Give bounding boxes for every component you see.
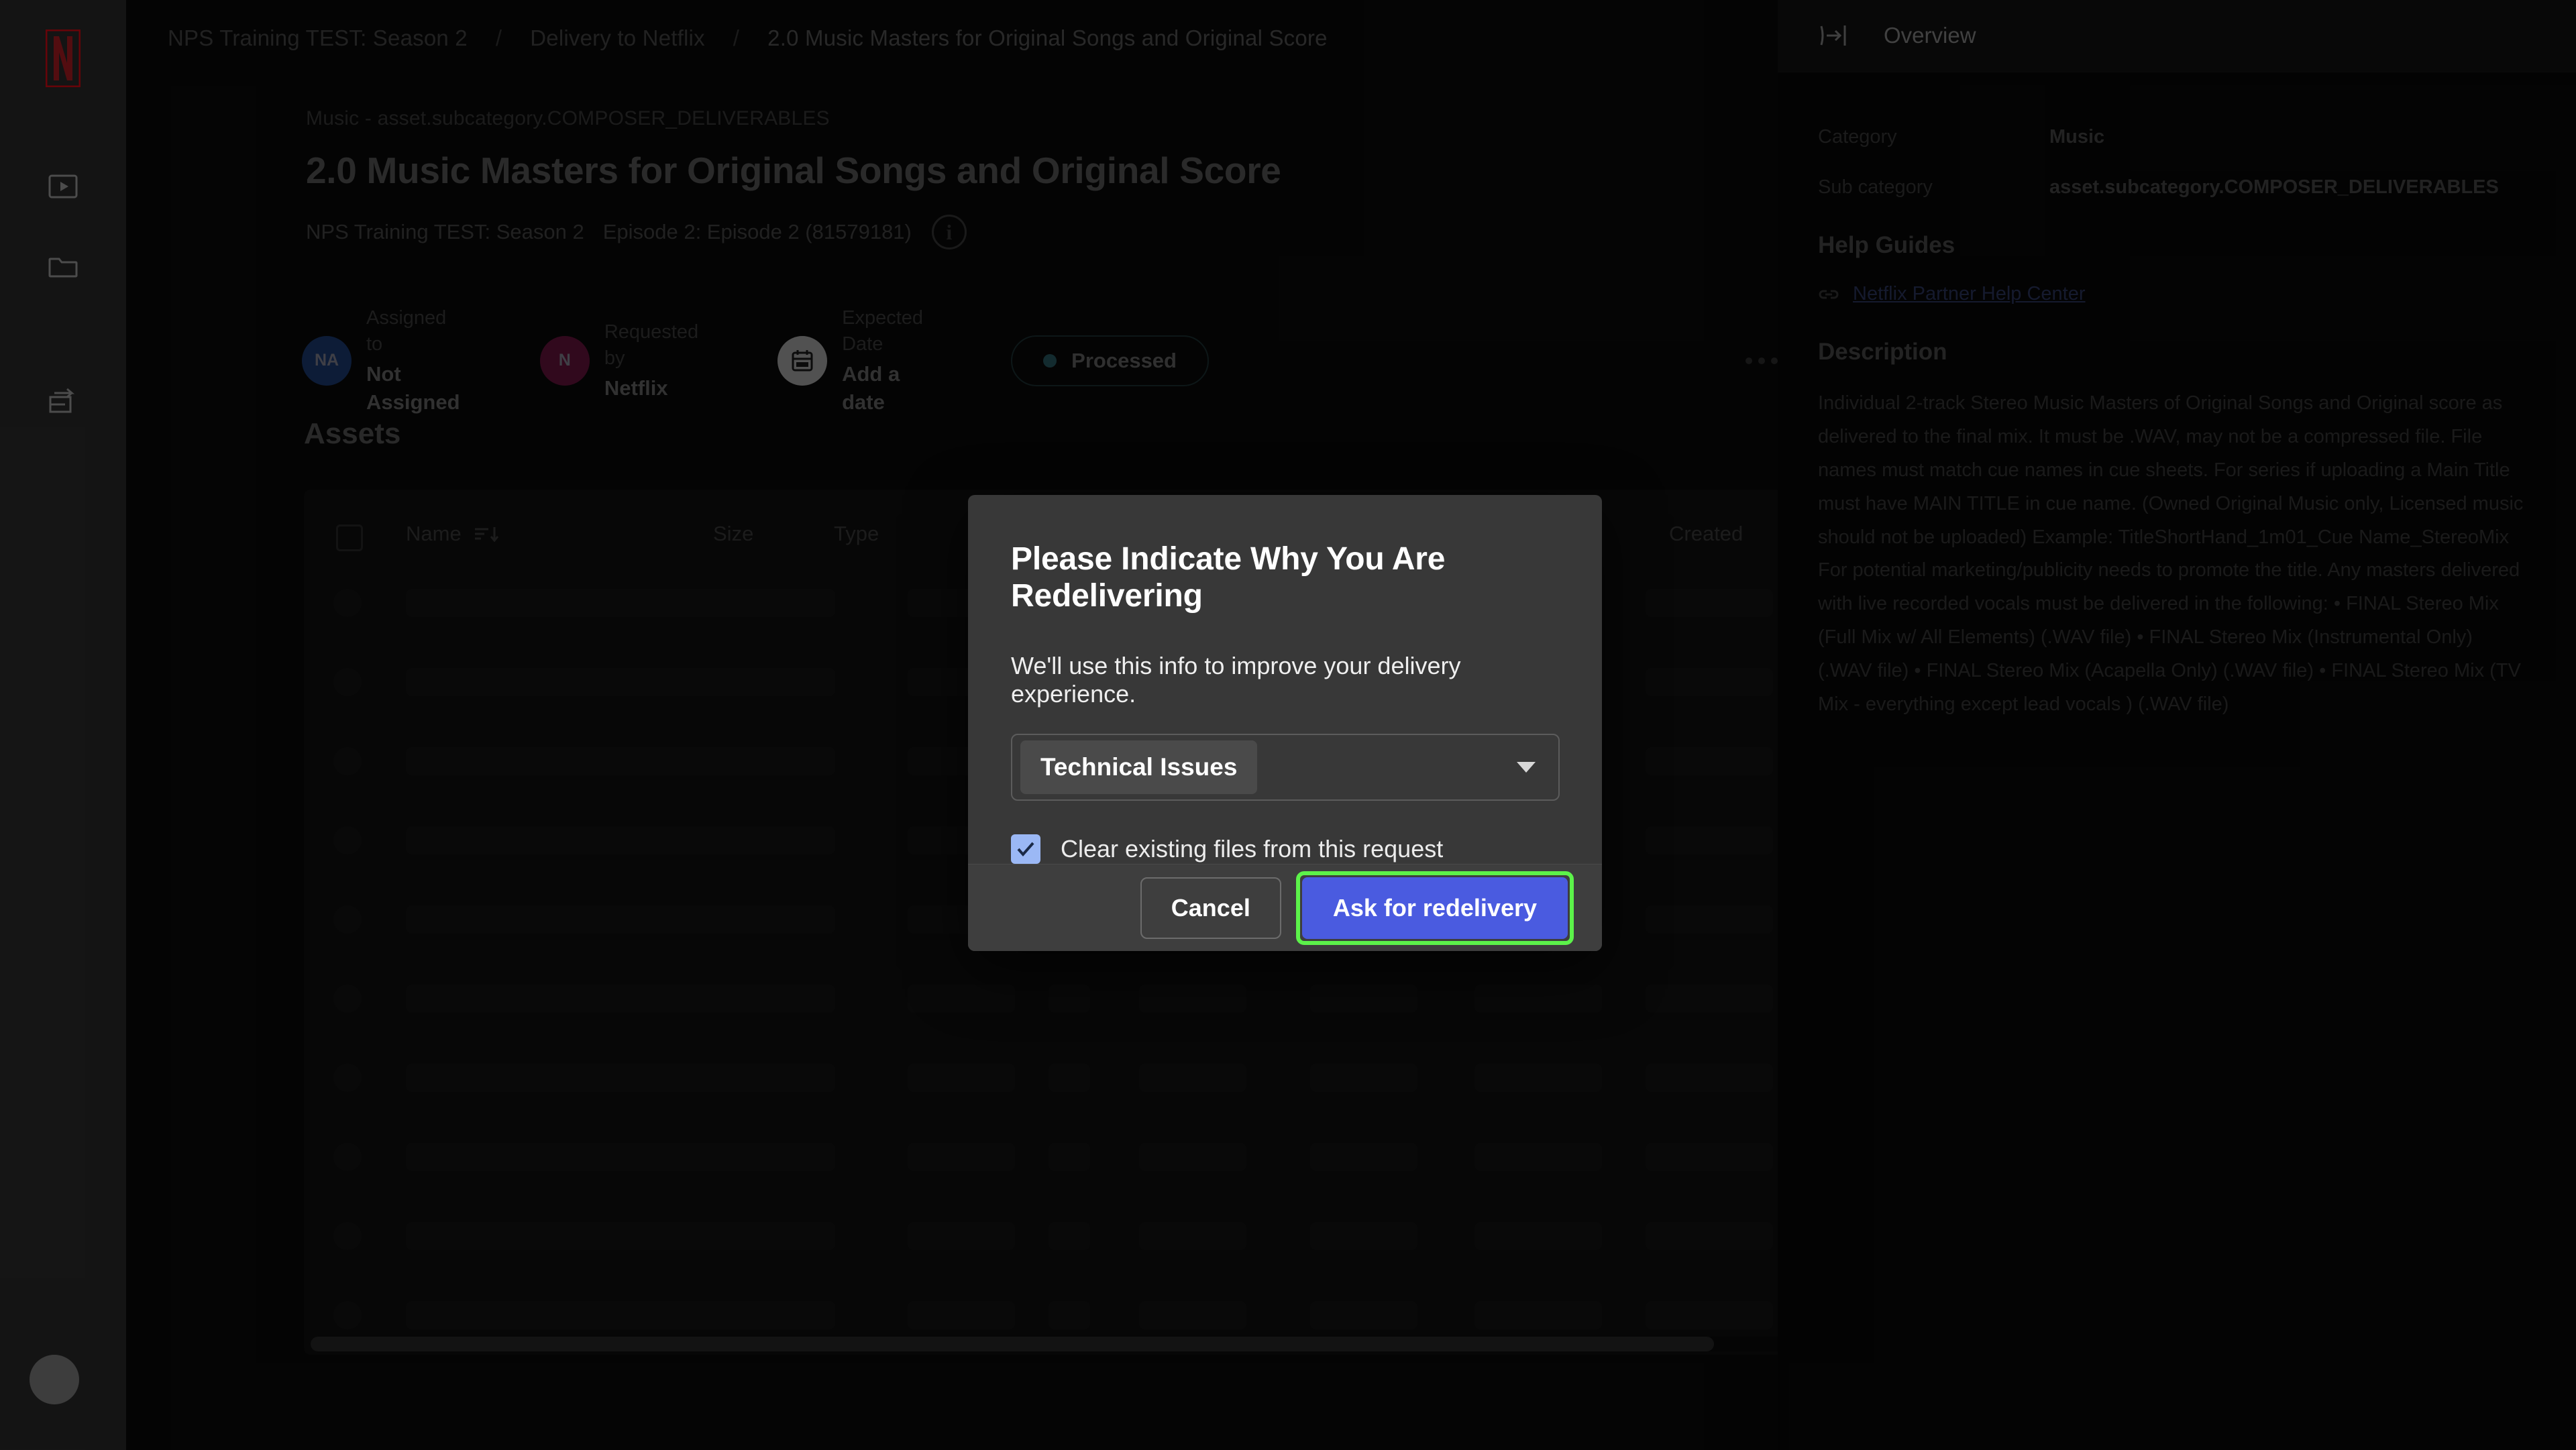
ask-for-redelivery-button[interactable]: Ask for redelivery bbox=[1301, 877, 1568, 939]
modal-body: Please Indicate Why You Are Redelivering… bbox=[968, 495, 1602, 864]
clear-files-checkbox[interactable] bbox=[1011, 834, 1040, 864]
reason-select[interactable]: Technical Issues bbox=[1011, 734, 1560, 801]
redelivery-modal: Please Indicate Why You Are Redelivering… bbox=[968, 495, 1602, 951]
reason-select-value: Technical Issues bbox=[1020, 740, 1258, 794]
modal-footer: Cancel Ask for redelivery bbox=[968, 864, 1602, 951]
primary-button-focus-ring: Ask for redelivery bbox=[1295, 871, 1574, 945]
clear-files-checkbox-row[interactable]: Clear existing files from this request bbox=[1011, 834, 1559, 864]
modal-subtitle: We'll use this info to improve your deli… bbox=[1011, 652, 1461, 708]
chevron-down-icon bbox=[1517, 762, 1536, 773]
app-root: NPS Training TEST: Season 2 / Delivery t… bbox=[0, 0, 2576, 1450]
clear-files-checkbox-label: Clear existing files from this request bbox=[1061, 835, 1444, 862]
cancel-button[interactable]: Cancel bbox=[1140, 877, 1281, 939]
modal-title: Please Indicate Why You Are Redelivering bbox=[1011, 541, 1446, 614]
